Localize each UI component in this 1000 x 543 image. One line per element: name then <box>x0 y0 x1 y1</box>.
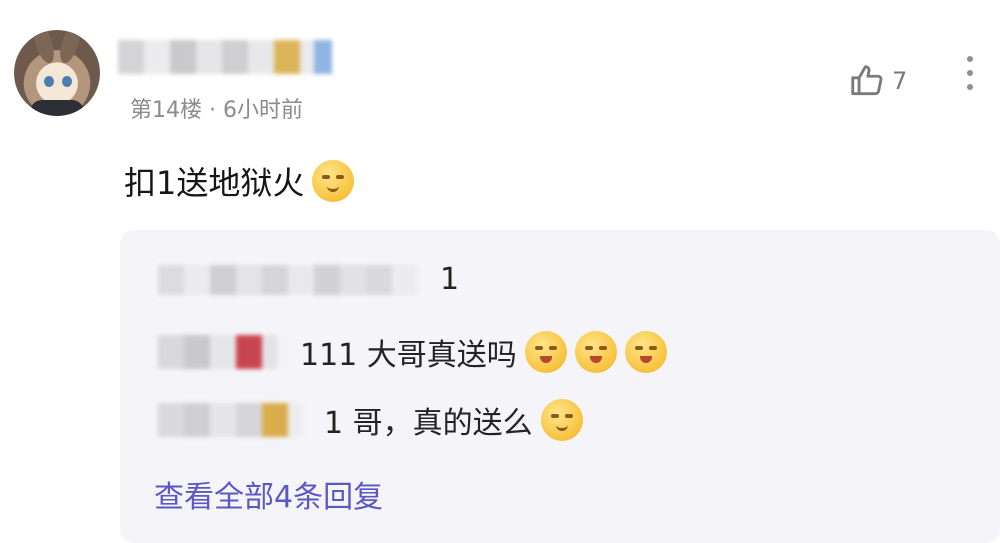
avatar-eye <box>62 76 72 87</box>
dot <box>967 56 973 62</box>
reply-username-blurred[interactable] <box>158 403 302 437</box>
avatar-eye <box>44 76 54 87</box>
username-blurred[interactable] <box>118 40 332 74</box>
smile-emoji <box>540 399 583 441</box>
floor-time: 第14楼 · 6小时前 <box>130 98 303 123</box>
dot <box>967 84 973 90</box>
reply-username-blurred[interactable] <box>158 264 418 295</box>
comment-content: 扣1送地狱火 <box>124 158 355 204</box>
reply-text: 111 大哥真送吗 <box>300 338 517 373</box>
like-button[interactable]: 7 <box>848 62 907 100</box>
surprised-emoji <box>574 331 617 373</box>
comment-text: 扣1送地狱火 <box>124 164 305 202</box>
avatar-body <box>30 100 84 116</box>
avatar-ear <box>56 30 84 66</box>
reply-item[interactable]: 111 大哥真送吗 <box>158 330 667 374</box>
reply-text: 1 哥，真的送么 <box>324 406 533 441</box>
thumbs-up-icon <box>851 65 883 96</box>
surprised-emoji <box>524 331 567 373</box>
reply-item[interactable]: 1 哥，真的送么 <box>158 398 583 442</box>
reply-username-blurred[interactable] <box>158 335 278 369</box>
more-vertical-icon[interactable] <box>962 56 978 90</box>
like-count: 7 <box>892 67 908 95</box>
surprised-emoji <box>624 331 667 373</box>
avatar-ear <box>30 30 58 66</box>
dot <box>967 70 973 76</box>
reply-item[interactable]: 1 <box>158 262 459 297</box>
avatar[interactable] <box>14 30 100 116</box>
reply-box: 1 111 大哥真送吗 1 哥，真的送么 查看全部4条回复 <box>120 230 1000 543</box>
reply-text: 1 <box>440 262 460 297</box>
view-all-replies-link[interactable]: 查看全部4条回复 <box>154 472 383 516</box>
hug-emoji <box>312 160 355 202</box>
